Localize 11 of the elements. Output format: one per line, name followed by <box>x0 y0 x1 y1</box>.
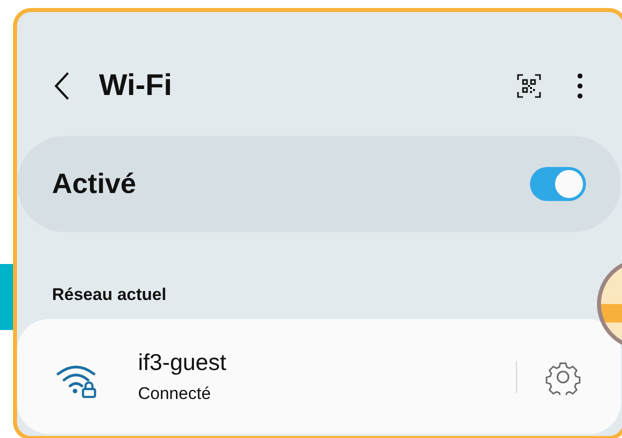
section-heading: Réseau actuel <box>52 285 168 306</box>
qr-code-icon[interactable] <box>517 74 541 98</box>
switch-label: Activé <box>52 168 136 200</box>
network-status: Connecté <box>138 384 212 404</box>
wifi-switch-row[interactable]: Activé <box>17 136 621 232</box>
back-icon[interactable] <box>53 71 71 101</box>
toggle-switch[interactable] <box>530 167 586 201</box>
network-card[interactable]: if3-guest Connecté <box>17 319 621 434</box>
more-options-icon[interactable] <box>577 73 583 99</box>
network-name: if3-guest <box>138 349 228 376</box>
screen-title: Wi-Fi <box>99 69 172 103</box>
